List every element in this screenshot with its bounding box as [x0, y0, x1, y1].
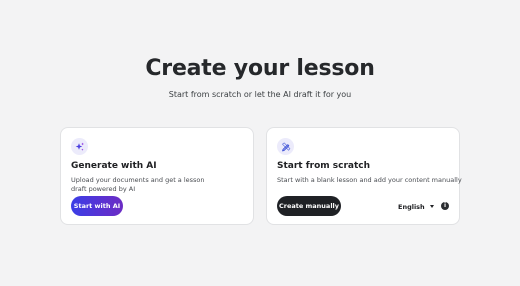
- card-title: Start from scratch: [277, 161, 371, 171]
- start-from-scratch-card: Start from scratch Start with a blank le…: [266, 127, 462, 225]
- page-title: Create your lesson: [145, 56, 375, 81]
- sparkles-icon: [71, 138, 88, 155]
- pencil-ruler-icon: [277, 138, 294, 155]
- info-icon[interactable]: i: [441, 202, 449, 210]
- page-subtitle: Start from scratch or let the AI draft i…: [168, 90, 352, 99]
- start-with-ai-button[interactable]: Start with AI: [71, 196, 123, 216]
- card-description: Start with a blank lesson and add your c…: [277, 176, 462, 184]
- card-title: Generate with AI: [71, 161, 157, 171]
- create-manually-button[interactable]: Create manually: [277, 196, 341, 216]
- card-description: Upload your documents and get a lesson d…: [71, 176, 205, 193]
- chevron-down-icon: [429, 205, 434, 208]
- generate-with-ai-card: Generate with AI Upload your documents a…: [60, 127, 254, 225]
- language-select[interactable]: English: [398, 201, 434, 212]
- language-select-value: English: [398, 202, 425, 211]
